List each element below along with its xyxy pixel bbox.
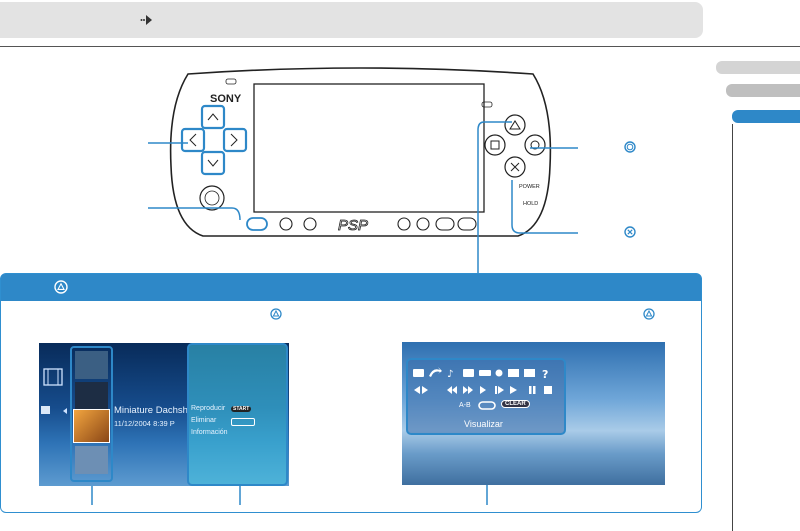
thumbnail[interactable] xyxy=(75,382,108,410)
header-divider xyxy=(0,46,800,47)
item-marker xyxy=(41,406,50,414)
control-panel-icons[interactable]: ♪ ? xyxy=(411,364,561,400)
psp-logo: PSP xyxy=(338,217,368,234)
svg-text:SONY: SONY xyxy=(210,93,242,105)
power-label: POWER xyxy=(519,184,540,190)
menu-item-informacion[interactable]: Información xyxy=(191,429,228,436)
cross-button-icon xyxy=(624,226,636,238)
svg-text:♪: ♪ xyxy=(447,369,453,380)
circle-button-icon xyxy=(624,141,636,153)
side-tab-2[interactable] xyxy=(726,84,800,97)
video-title: Miniature Dachsh xyxy=(114,405,188,416)
video-film-icon xyxy=(43,368,63,386)
top-bar xyxy=(0,2,703,38)
repeat-icon[interactable] xyxy=(478,401,496,410)
visualizar-caption: Visualizar xyxy=(464,419,503,429)
ab-repeat-label[interactable]: A-B xyxy=(459,402,471,409)
svg-text:?: ? xyxy=(542,368,548,381)
nav-arrow xyxy=(63,408,67,414)
side-tab-active[interactable] xyxy=(732,110,800,123)
triangle-button-icon xyxy=(643,308,655,320)
menu-item-eliminar[interactable]: Eliminar xyxy=(191,417,216,424)
triangle-button-icon xyxy=(270,308,282,320)
hold-label: HOLD xyxy=(523,201,538,207)
triangle-button-icon xyxy=(54,280,68,294)
right-column-divider xyxy=(732,124,733,531)
thumbnail-selected[interactable] xyxy=(73,409,110,443)
clear-badge[interactable]: CLEAR xyxy=(501,400,530,408)
thumbnail[interactable] xyxy=(75,351,108,379)
thumbnail-column[interactable] xyxy=(70,346,113,482)
video-options-screenshot: Miniature Dachsh 11/12/2004 8:39 P Repro… xyxy=(39,343,289,486)
dots-arrow-icon xyxy=(140,15,152,25)
options-menu-overlay xyxy=(187,343,288,486)
select-hint-badge xyxy=(231,418,255,426)
psp-device: SONY POWER HOLD PSP xyxy=(169,67,552,237)
panel-header xyxy=(1,274,701,301)
start-badge: START xyxy=(231,406,252,412)
video-playback-screenshot: ♪ ? A-B CLEAR Visualizar xyxy=(402,342,665,485)
thumbnail[interactable] xyxy=(75,446,108,474)
menu-item-reproducir[interactable]: Reproducir xyxy=(191,405,225,412)
video-date: 11/12/2004 8:39 P xyxy=(114,419,175,428)
side-tab-1[interactable] xyxy=(716,61,800,74)
